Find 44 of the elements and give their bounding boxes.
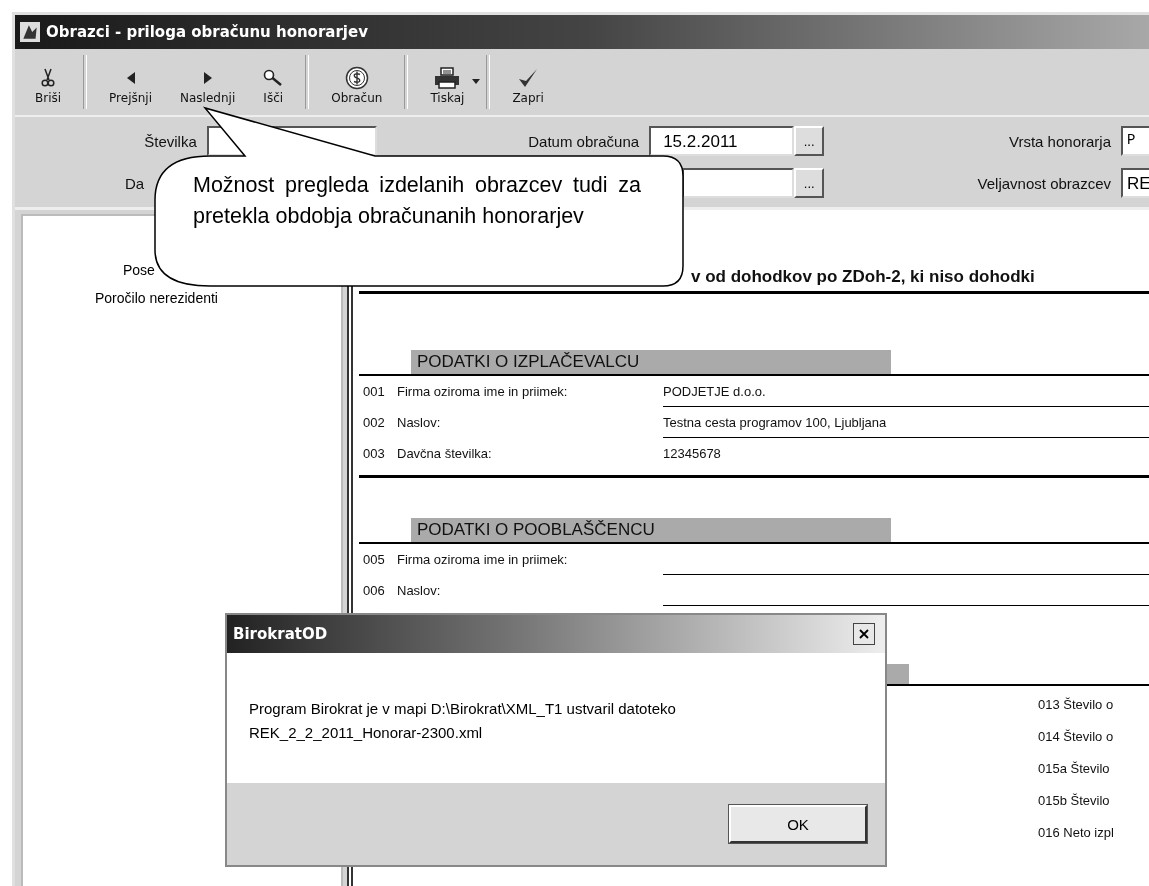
- section-heading: PODATKI O POOBLAŠČENCU: [411, 518, 891, 542]
- list-item[interactable]: Poročilo nerezidenti: [23, 284, 218, 312]
- row-label: 013 Število o: [1038, 696, 1115, 714]
- toolbar-button[interactable]: Prejšnji: [95, 49, 167, 115]
- row-label: 015b Število: [1038, 792, 1111, 810]
- document-title: v od dohodkov po ZDoh-2, ki niso dohodki: [690, 267, 1036, 287]
- row-label: Firma oziroma ime in priimek:: [397, 384, 569, 399]
- field-label: Vrsta honorarja: [1009, 132, 1111, 150]
- tooltip-text: Možnost pregleda izdelanih obrazcev tudi za pretekla obdobja obračunanih honorarjev: [193, 172, 641, 230]
- input-field[interactable]: RE: [1121, 168, 1149, 198]
- field-label: Da: [125, 174, 145, 192]
- field-label: Številka: [144, 132, 197, 150]
- row-number: 006: [362, 583, 386, 598]
- date-picker-button[interactable]: ...: [794, 126, 825, 156]
- row-label: Firma oziroma ime in priimek:: [397, 552, 569, 567]
- row-number: 001: [362, 384, 386, 399]
- row-label: Davčna številka:: [397, 446, 493, 461]
- input-field[interactable]: P: [1121, 126, 1149, 156]
- dialog-message: Program Birokrat je v mapi D:\Birokrat\XML_T1 ustvaril datoteko REK_2_2_2011_Honorar-2300.xml: [249, 699, 677, 743]
- row-number: 002: [362, 415, 386, 430]
- window-title: Obrazci - priloga obračunu honorarjev: [46, 23, 368, 41]
- toolbar-button[interactable]: Naslednji: [166, 49, 250, 115]
- input-field[interactable]: 15.2.2011: [649, 126, 795, 156]
- field-label: Veljavnost obrazcev: [977, 174, 1111, 192]
- row-label: 016 Neto izpl: [1038, 824, 1115, 842]
- row-value: Testna cesta programov 100, Ljubljana: [663, 407, 1149, 438]
- row-label: Naslov:: [397, 583, 442, 598]
- row-value: PODJETJE d.o.o.: [663, 376, 1149, 407]
- row-number: 003: [362, 446, 386, 461]
- row-label: Naslov:: [397, 415, 442, 430]
- date-picker-button[interactable]: ...: [794, 168, 825, 198]
- toolbar-button[interactable]: Zapri: [498, 49, 558, 115]
- ok-button[interactable]: OK: [729, 805, 867, 843]
- row-number: 005: [362, 552, 386, 567]
- toolbar-button[interactable]: Išči: [249, 49, 298, 115]
- row-value: 12345678: [663, 445, 722, 463]
- section-heading: PODATKI O IZPLAČEVALCU: [411, 350, 891, 374]
- dialog-title: BirokratOD: [233, 625, 328, 643]
- toolbar-button[interactable]: Briši: [21, 49, 76, 115]
- field-label: Datum obračuna: [528, 132, 640, 150]
- toolbar-button[interactable]: Tiskaj: [416, 49, 479, 115]
- row-label: 014 Število o: [1038, 728, 1115, 746]
- toolbar-button[interactable]: Obračun: [317, 49, 397, 115]
- row-label: 015a Število: [1038, 760, 1111, 778]
